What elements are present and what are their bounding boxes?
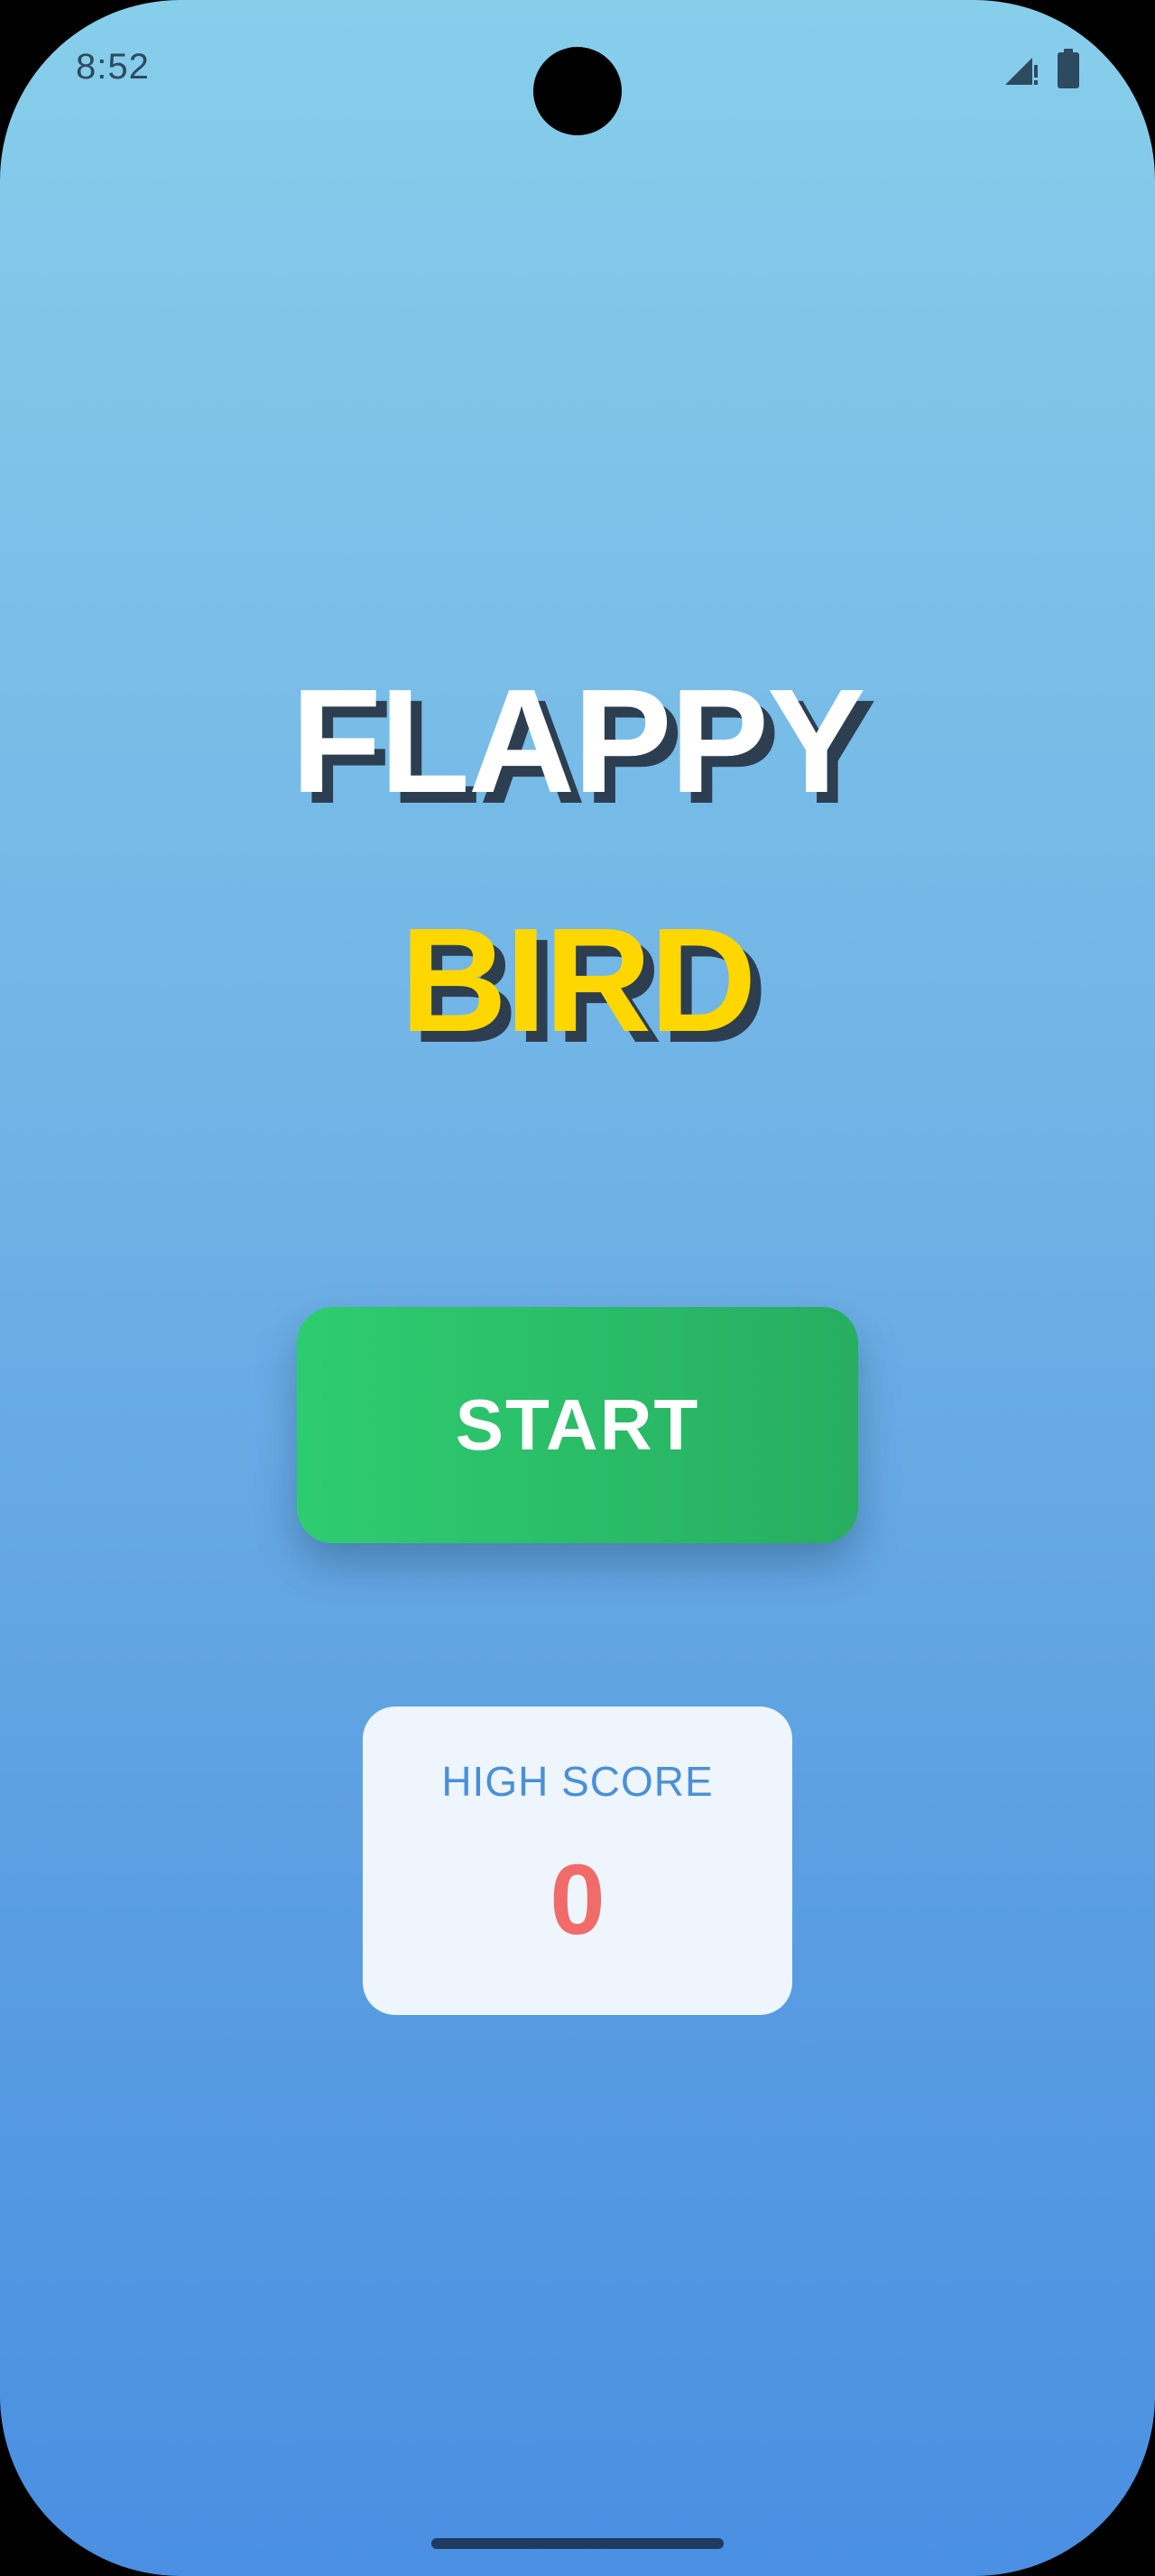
status-bar: 8:52 xyxy=(0,0,1155,135)
title-flappy: FLAPPY xyxy=(291,658,866,823)
title-bird: BIRD xyxy=(400,897,757,1063)
battery-icon xyxy=(1058,49,1079,88)
camera-cutout xyxy=(533,47,622,135)
high-score-label: HIGH SCORE xyxy=(441,1758,714,1805)
start-button-label: START xyxy=(455,1385,700,1465)
status-time: 8:52 xyxy=(76,47,150,87)
home-indicator[interactable] xyxy=(431,2538,724,2549)
signal-icon xyxy=(1005,58,1038,85)
start-button[interactable]: START xyxy=(297,1307,858,1543)
high-score-card: HIGH SCORE 0 xyxy=(363,1707,792,2015)
high-score-value: 0 xyxy=(550,1845,605,1955)
phone-screen: 8:52 FLAPPY BIRD START HIGH SCORE 0 xyxy=(0,0,1155,2576)
